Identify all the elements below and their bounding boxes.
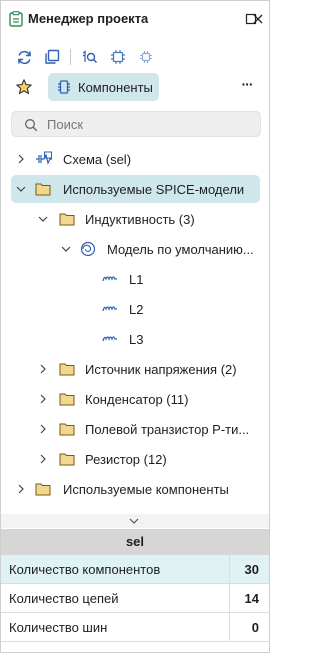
property-row[interactable]: Количество цепей 14 — [1, 584, 269, 613]
tree-item-inductance[interactable]: Индуктивность (3) — [1, 205, 269, 233]
project-manager-panel: Менеджер проекта Компоненты ··· Поиск Сх… — [0, 0, 270, 653]
search-input[interactable] — [47, 115, 247, 133]
property-name: Количество цепей — [9, 591, 119, 606]
chip-button[interactable] — [107, 46, 129, 68]
chevron-right-icon[interactable] — [38, 424, 48, 434]
refresh-icon — [17, 50, 31, 64]
chip-small-button[interactable] — [135, 46, 157, 68]
chevron-right-icon[interactable] — [16, 154, 26, 164]
title-bar: Менеджер проекта — [1, 1, 269, 37]
panel-splitter[interactable] — [1, 514, 269, 528]
folder-icon — [35, 483, 51, 496]
toolbar-primary — [1, 43, 269, 71]
tree-item-label: Схема (sel) — [63, 152, 132, 167]
find-component-button[interactable] — [79, 46, 101, 68]
chevron-right-icon[interactable] — [38, 394, 48, 404]
more-options-button[interactable]: ··· — [237, 77, 257, 97]
chevron-right-icon[interactable] — [38, 364, 48, 374]
search-box — [11, 111, 261, 137]
toolbar-secondary: Компоненты ··· — [1, 73, 269, 101]
properties-header: sel — [1, 529, 269, 555]
tree-item-label: Конденсатор (11) — [85, 392, 189, 407]
tree-item-label: Резистор (12) — [85, 452, 167, 467]
chevron-down-icon[interactable] — [38, 214, 48, 224]
tree-item-l2[interactable]: L2 — [1, 295, 269, 323]
folder-icon — [59, 213, 75, 226]
property-value: 0 — [229, 613, 269, 642]
project-manager-icon — [9, 11, 23, 27]
close-icon[interactable] — [251, 12, 265, 26]
property-value: 30 — [229, 555, 269, 584]
chevron-down-icon[interactable] — [61, 244, 71, 254]
chevron-right-icon[interactable] — [38, 454, 48, 464]
search-icon — [25, 119, 38, 132]
tree-item-spice-models[interactable]: Используемые SPICE-модели — [11, 175, 260, 203]
favorites-button[interactable] — [13, 76, 35, 98]
tree-item-fet[interactable]: Полевой транзистор P-ти... — [1, 415, 269, 443]
tree-item-label: Используемые SPICE-модели — [63, 182, 245, 197]
star-icon — [16, 79, 32, 95]
tree-item-used-components[interactable]: Используемые компоненты — [1, 475, 269, 503]
property-name: Количество компонентов — [9, 562, 161, 577]
tree-item-label: L2 — [129, 302, 144, 317]
property-row[interactable]: Количество шин 0 — [1, 613, 269, 642]
chip-outline-icon — [140, 51, 152, 63]
folder-icon — [35, 183, 51, 196]
tab-components[interactable]: Компоненты — [48, 73, 159, 101]
tree-item-label: Полевой транзистор P-ти... — [85, 422, 250, 437]
tree-item-label: L1 — [129, 272, 144, 287]
collapse-all-button[interactable] — [41, 46, 63, 68]
tree-item-label: Индуктивность (3) — [85, 212, 195, 227]
refresh-button[interactable] — [13, 46, 35, 68]
tree-item-resistor[interactable]: Резистор (12) — [1, 445, 269, 473]
schematic-icon — [36, 151, 52, 165]
folder-icon — [59, 423, 75, 436]
tree-item-label: Используемые компоненты — [63, 482, 229, 497]
tree-item-label: Источник напряжения (2) — [85, 362, 237, 377]
find-component-icon — [83, 50, 98, 64]
property-row[interactable]: Количество компонентов 30 — [1, 555, 269, 584]
folder-icon — [59, 453, 75, 466]
tree-item-l3[interactable]: L3 — [1, 325, 269, 353]
chevron-down-icon[interactable] — [16, 184, 26, 194]
chip-icon — [111, 50, 125, 64]
tree-item-default-model[interactable]: Модель по умолчанию... — [1, 235, 269, 263]
copy-icon — [45, 49, 60, 64]
inductor-icon — [102, 306, 117, 312]
tab-components-label: Компоненты — [78, 80, 153, 95]
spice-model-icon — [80, 241, 96, 257]
tree-item-label: L3 — [129, 332, 144, 347]
property-value: 14 — [229, 584, 269, 613]
chevron-right-icon[interactable] — [16, 484, 26, 494]
inductor-icon — [102, 276, 117, 282]
folder-icon — [59, 363, 75, 376]
chevron-down-icon[interactable] — [129, 517, 139, 525]
window-title: Менеджер проекта — [28, 11, 149, 26]
tree-item-voltage-source[interactable]: Источник напряжения (2) — [1, 355, 269, 383]
tree-item-capacitor[interactable]: Конденсатор (11) — [1, 385, 269, 413]
toolbar-divider — [70, 49, 71, 65]
tree-item-schematic[interactable]: Схема (sel) — [1, 145, 269, 173]
tree-item-l1[interactable]: L1 — [1, 265, 269, 293]
folder-icon — [59, 393, 75, 406]
tree-item-label: Модель по умолчанию... — [107, 242, 254, 257]
component-icon — [58, 80, 70, 94]
property-name: Количество шин — [9, 620, 108, 635]
inductor-icon — [102, 336, 117, 342]
